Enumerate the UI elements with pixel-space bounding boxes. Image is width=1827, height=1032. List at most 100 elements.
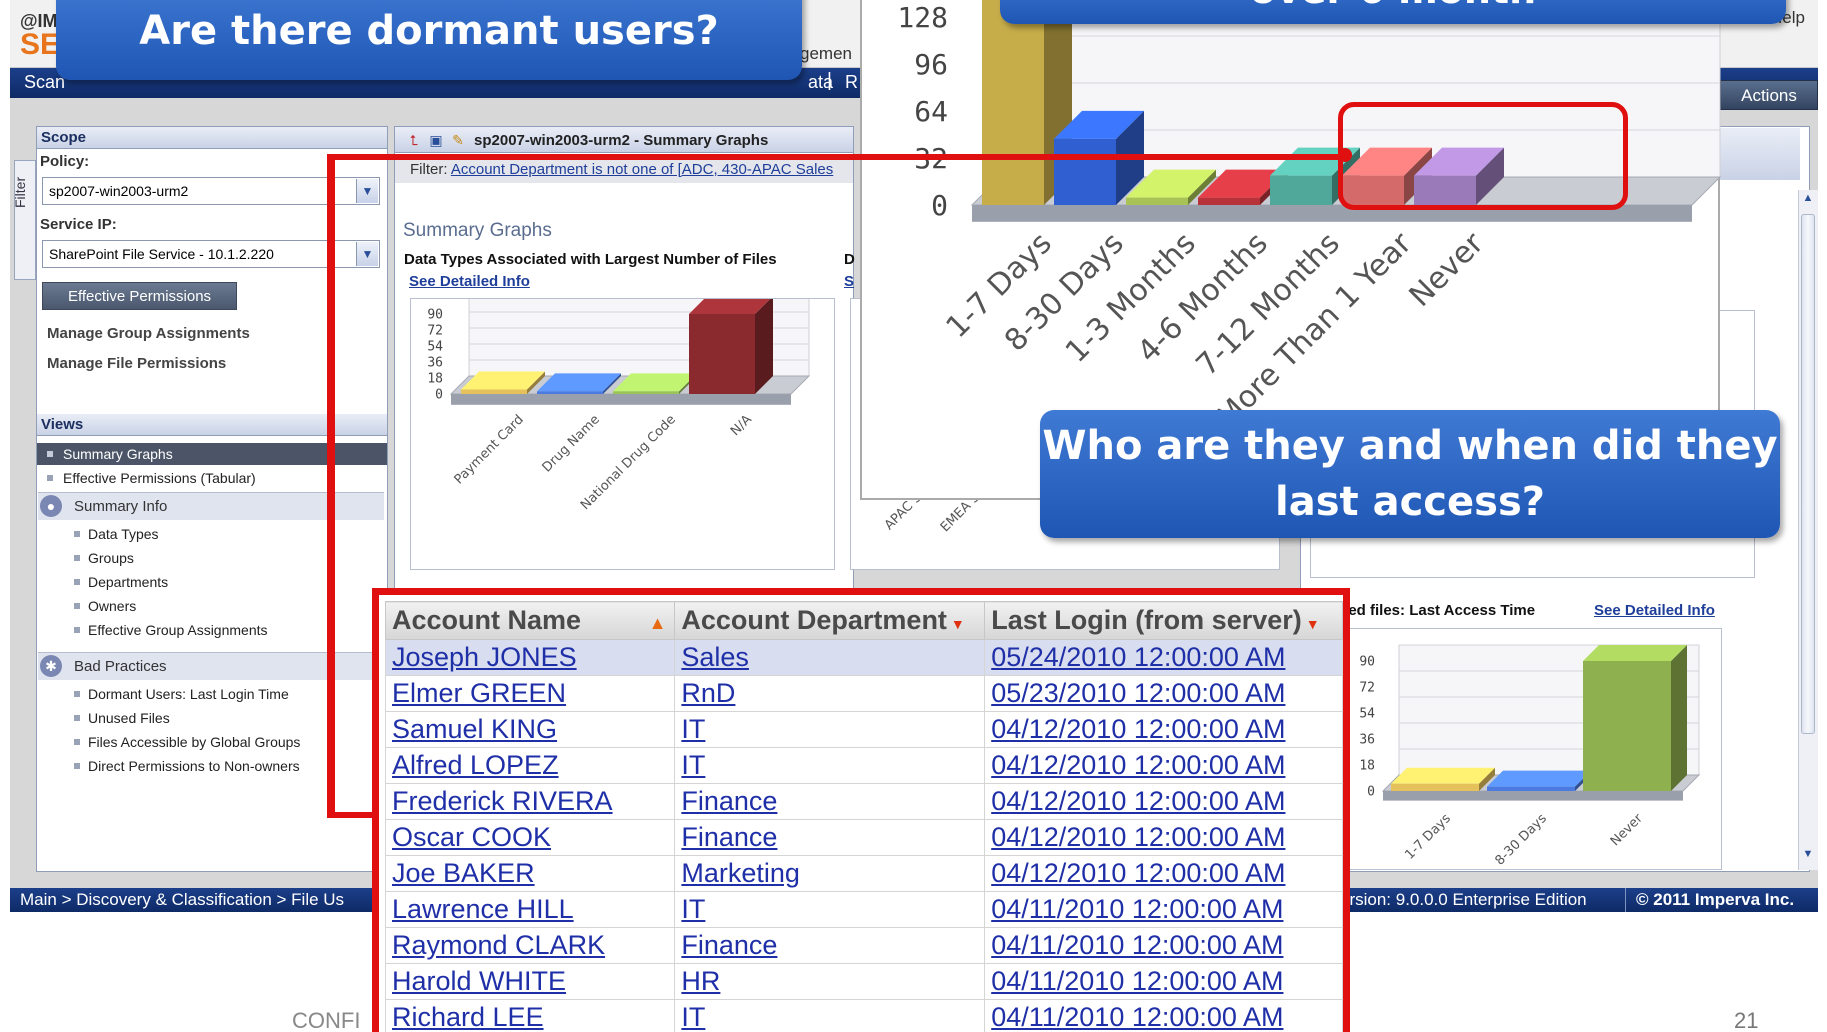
account-department-cell[interactable]: Sales: [674, 639, 986, 676]
account-department-cell[interactable]: Finance: [674, 819, 986, 856]
chevron-down-icon[interactable]: ▼: [356, 179, 378, 203]
table-row[interactable]: Richard LEE IT 04/11/2010 12:00:00 AM: [384, 999, 1343, 1032]
last-login-cell[interactable]: 05/24/2010 12:00:00 AM: [984, 639, 1343, 676]
bar: [461, 389, 527, 394]
y-tick-label: 64: [914, 95, 948, 128]
list-item-direct-permissions[interactable]: Direct Permissions to Non-owners: [38, 754, 300, 778]
account-department-cell[interactable]: Finance: [674, 927, 986, 964]
table-row[interactable]: Joseph JONES Sales 05/24/2010 12:00:00 AM: [384, 639, 1343, 676]
bar-top: [1391, 767, 1495, 784]
actions-button[interactable]: Actions: [1720, 80, 1818, 110]
account-name-cell[interactable]: Elmer GREEN: [384, 675, 676, 712]
list-item-unused-files[interactable]: Unused Files: [38, 706, 170, 730]
y-tick-label: 72: [427, 324, 443, 339]
table-row[interactable]: Elmer GREEN RnD 05/23/2010 12:00:00 AM: [384, 675, 1343, 712]
account-department-cell[interactable]: IT: [674, 891, 986, 928]
column-header-account-name[interactable]: Account Name ▲: [384, 601, 676, 640]
account-name-cell[interactable]: Richard LEE: [384, 999, 676, 1032]
account-name-cell[interactable]: Oscar COOK: [384, 819, 676, 856]
breadcrumb[interactable]: Main > Discovery & Classification > File…: [20, 890, 344, 910]
account-name-cell[interactable]: Lawrence HILL: [384, 891, 676, 928]
account-department-cell[interactable]: IT: [674, 747, 986, 784]
bar: [1487, 786, 1575, 791]
list-item-data-types[interactable]: Data Types: [38, 522, 159, 546]
table-row[interactable]: Alfred LOPEZ IT 04/12/2010 12:00:00 AM: [384, 747, 1343, 784]
last-login-cell[interactable]: 04/11/2010 12:00:00 AM: [984, 963, 1343, 1000]
table-row[interactable]: Raymond CLARK Finance 04/11/2010 12:00:00 …: [384, 927, 1343, 964]
last-login-cell[interactable]: 04/11/2010 12:00:00 AM: [984, 999, 1343, 1032]
manage-file-permissions-link[interactable]: Manage File Permissions: [47, 355, 226, 372]
column-header-last-login[interactable]: Last Login (from server) ▼: [984, 601, 1343, 640]
last-login-cell[interactable]: 04/12/2010 12:00:00 AM: [984, 711, 1343, 748]
account-department-cell[interactable]: Finance: [674, 783, 986, 820]
account-department-cell[interactable]: HR: [674, 963, 986, 1000]
table-row[interactable]: Samuel KING IT 04/12/2010 12:00:00 AM: [384, 711, 1343, 748]
callout-who-are-they: Who are they and when did they last acce…: [1040, 410, 1780, 538]
chart-floor-edge: [1383, 791, 1683, 801]
filter-link[interactable]: Account Department is not one of [ADC, 4…: [451, 161, 833, 178]
table-row[interactable]: Harold WHITE HR 04/11/2010 12:00:00 AM: [384, 963, 1343, 1000]
see-detailed-info-link[interactable]: See Detailed Info: [409, 273, 530, 290]
table-row[interactable]: Oscar COOK Finance 04/12/2010 12:00:00 AM: [384, 819, 1343, 856]
table-row[interactable]: Lawrence HILL IT 04/11/2010 12:00:00 AM: [384, 891, 1343, 928]
sort-dropdown-icon[interactable]: ▼: [1306, 616, 1320, 632]
manage-group-assignments-link[interactable]: Manage Group Assignments: [47, 325, 250, 342]
scroll-up-icon[interactable]: ▲: [1800, 192, 1816, 210]
list-item-dormant-users[interactable]: Dormant Users: Last Login Time: [38, 682, 289, 706]
bar: [613, 391, 679, 394]
last-login-cell[interactable]: 05/23/2010 12:00:00 AM: [984, 675, 1343, 712]
sort-dropdown-icon[interactable]: ▼: [951, 616, 965, 632]
last-login-cell[interactable]: 04/12/2010 12:00:00 AM: [984, 783, 1343, 820]
view-item-label: Effective Permissions (Tabular): [63, 470, 256, 486]
list-item-owners[interactable]: Owners: [38, 594, 136, 618]
y-tick-label: 18: [1359, 759, 1375, 774]
last-login-cell[interactable]: 04/12/2010 12:00:00 AM: [984, 747, 1343, 784]
account-name-cell[interactable]: Samuel KING: [384, 711, 676, 748]
account-department-cell[interactable]: RnD: [674, 675, 986, 712]
sort-ascending-icon[interactable]: ▲: [649, 613, 667, 634]
effective-permissions-button[interactable]: Effective Permissions: [42, 282, 237, 310]
bar: [1391, 783, 1479, 791]
account-department-cell[interactable]: IT: [674, 999, 986, 1032]
bullet-icon: [47, 475, 53, 481]
account-name-cell[interactable]: Frederick RIVERA: [384, 783, 676, 820]
account-name-cell[interactable]: Joseph JONES: [384, 639, 676, 676]
last-login-cell[interactable]: 04/12/2010 12:00:00 AM: [984, 819, 1343, 856]
see-detailed-info-link-partial[interactable]: S: [844, 273, 854, 290]
last-login-cell[interactable]: 04/12/2010 12:00:00 AM: [984, 855, 1343, 892]
last-login-cell[interactable]: 04/11/2010 12:00:00 AM: [984, 927, 1343, 964]
account-name-cell[interactable]: Raymond CLARK: [384, 927, 676, 964]
unused-files-chart: 0 18 36 54 72 90 1-7 Days 8-30 Days Never: [1340, 628, 1722, 870]
table-row[interactable]: Joe BAKER Marketing 04/12/2010 12:00:00 AM: [384, 855, 1343, 892]
save-icon[interactable]: ▣: [427, 131, 445, 149]
account-name-cell[interactable]: Joe BAKER: [384, 855, 676, 892]
account-name-cell[interactable]: Alfred LOPEZ: [384, 747, 676, 784]
list-item-files-global-groups[interactable]: Files Accessible by Global Groups: [38, 730, 300, 754]
header-menu-partial[interactable]: gemen: [800, 44, 852, 64]
account-name-cell[interactable]: Harold WHITE: [384, 963, 676, 1000]
data-types-chart: 0 18 36 54 72 90 Payment Card Drug Name National…: [410, 295, 835, 570]
column-header-account-department[interactable]: Account Department ▼: [674, 601, 986, 640]
y-tick-label: 90: [427, 308, 443, 323]
list-item-effective-group-assignments[interactable]: Effective Group Assignments: [38, 618, 268, 642]
table-row[interactable]: Frederick RIVERA Finance 04/12/2010 12:00:…: [384, 783, 1343, 820]
dormant-users-table: Account Name ▲ Account Department ▼ Last …: [384, 601, 1343, 1032]
list-item-departments[interactable]: Departments: [38, 570, 168, 594]
last-login-cell[interactable]: 04/11/2010 12:00:00 AM: [984, 891, 1343, 928]
column-header-label: Account Name: [392, 605, 582, 635]
pdf-export-icon[interactable]: ⮤: [405, 131, 423, 149]
chevron-down-icon[interactable]: ▼: [356, 242, 378, 266]
scroll-down-icon[interactable]: ▼: [1800, 848, 1816, 866]
nav-item-partial[interactable]: R: [845, 72, 858, 93]
y-tick-label: 54: [427, 340, 443, 355]
account-department-cell[interactable]: IT: [674, 711, 986, 748]
imperva-logo: @IM SE: [20, 12, 60, 62]
y-tick-label: 96: [914, 48, 948, 81]
chart-title: sed files: Last Access Time: [1340, 602, 1536, 619]
edit-icon[interactable]: ✎: [449, 131, 467, 149]
see-detailed-info-link[interactable]: See Detailed Info: [1594, 602, 1715, 619]
scrollbar-thumb[interactable]: [1801, 214, 1815, 734]
list-item-groups[interactable]: Groups: [38, 546, 134, 570]
bar: [982, 0, 1044, 205]
account-department-cell[interactable]: Marketing: [674, 855, 986, 892]
